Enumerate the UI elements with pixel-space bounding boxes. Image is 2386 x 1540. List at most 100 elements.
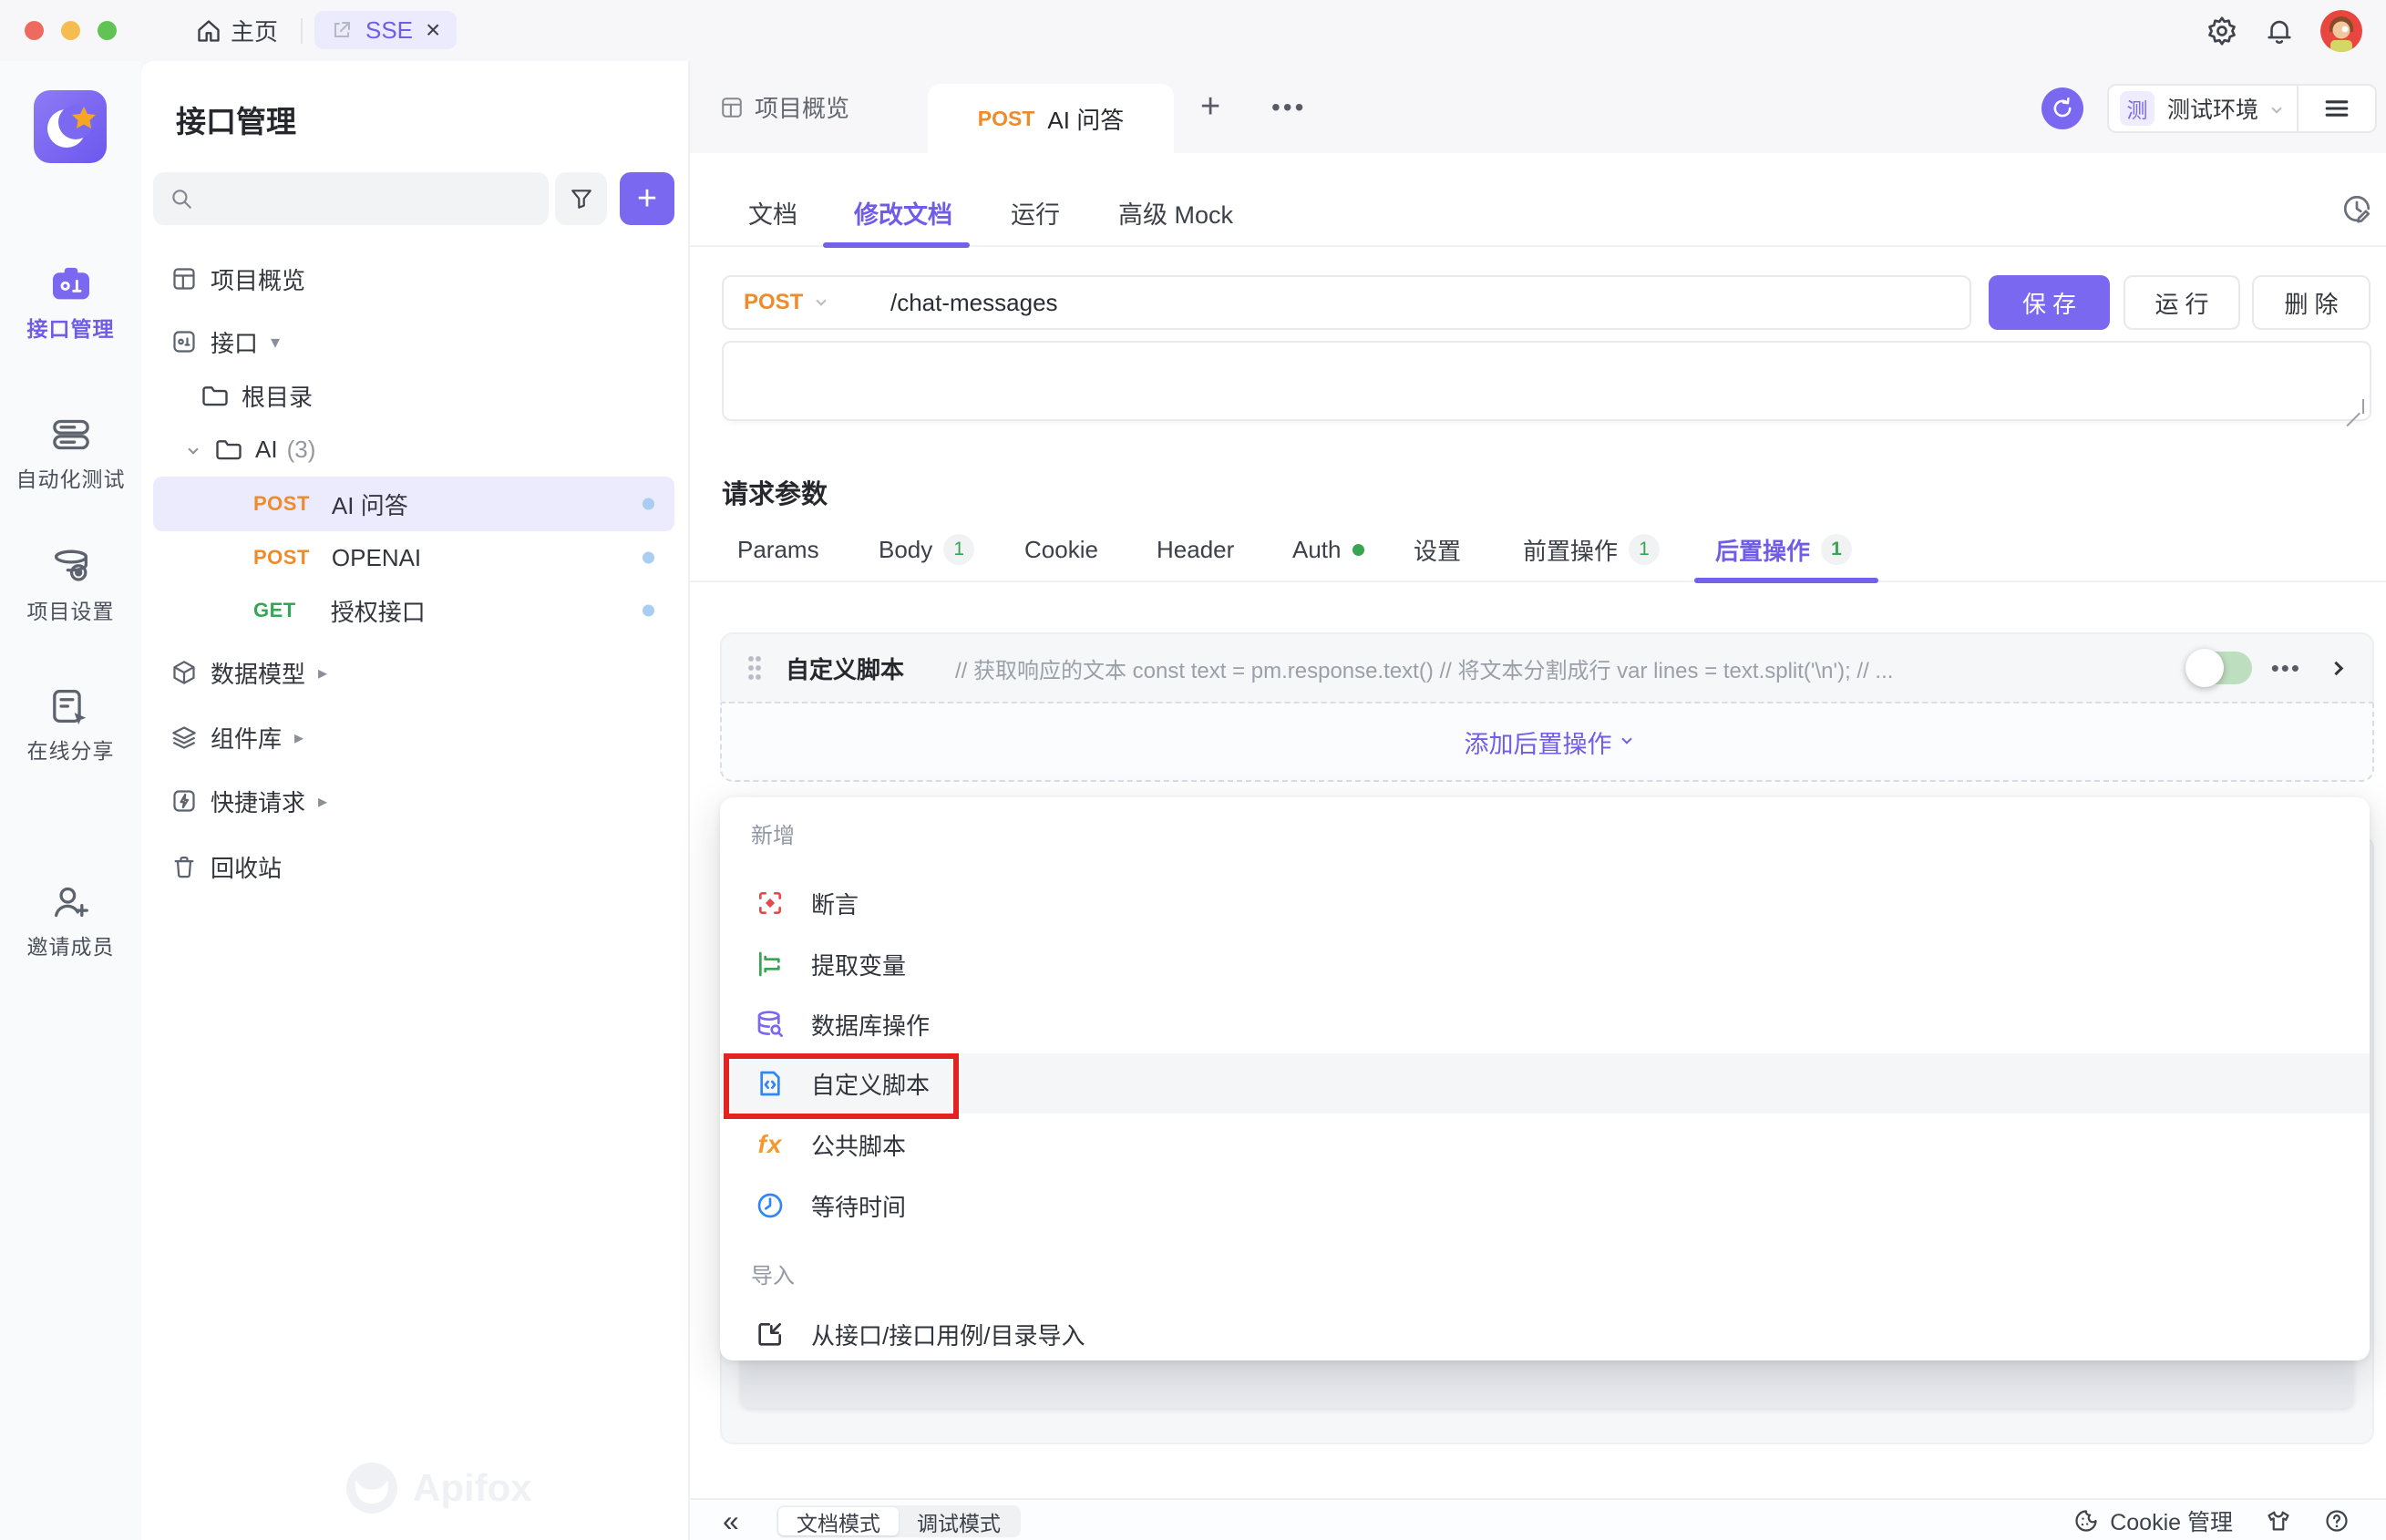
rail-item-auto-testing[interactable]: 自动化测试	[0, 416, 141, 493]
subtab-edit-doc[interactable]: 修改文档	[854, 187, 952, 238]
add-post-action-button[interactable]: 添加后置操作	[720, 703, 2374, 782]
description-textarea[interactable]	[722, 341, 2371, 421]
tree-item-label: OPENAI	[332, 544, 421, 572]
project-tab-sse[interactable]: SSE ×	[314, 11, 457, 49]
user-avatar[interactable]	[2320, 10, 2362, 52]
import-icon	[755, 1319, 786, 1349]
search-box[interactable]	[153, 172, 549, 225]
invite-members-icon	[0, 884, 141, 920]
row-more-button[interactable]: •••	[2271, 654, 2301, 683]
project-settings-icon	[0, 549, 141, 585]
ptab-header[interactable]: Header	[1157, 524, 1234, 575]
debug-mode-option[interactable]: 调试模式	[899, 1507, 1019, 1535]
ptab-label: Cookie	[1024, 536, 1098, 564]
menu-item-assertion[interactable]: 断言	[720, 873, 2370, 933]
collapse-sidebar-button[interactable]: «	[723, 1500, 739, 1540]
sidebar-section-api[interactable]: 接口 ▾	[153, 315, 674, 368]
menu-item-label: 数据库操作	[811, 1008, 930, 1042]
plus-icon: +	[1200, 87, 1220, 127]
cookie-manager-label: Cookie 管理	[2110, 1504, 2233, 1537]
tree-folder-root[interactable]: 根目录	[153, 369, 674, 422]
menu-item-label: 断言	[811, 887, 859, 920]
maximize-window-button[interactable]	[98, 21, 117, 40]
filter-button[interactable]	[555, 172, 607, 225]
subtab-run[interactable]: 运行	[1011, 187, 1060, 238]
tree-folder-ai[interactable]: AI (3)	[153, 423, 674, 476]
enable-toggle[interactable]	[2188, 652, 2252, 684]
folder-icon	[213, 437, 244, 461]
menu-item-label: 提取变量	[811, 948, 906, 981]
tab-ai-qa-active[interactable]: POST AI 问答	[928, 84, 1174, 153]
sidebar-item-project-overview[interactable]: 项目概览	[153, 252, 674, 305]
close-tab-icon[interactable]: ×	[426, 17, 440, 43]
expand-row-chevron-icon[interactable]	[2329, 661, 2344, 675]
drag-handle-icon[interactable]	[747, 654, 762, 682]
save-button[interactable]: 保存	[1989, 275, 2110, 330]
subtab-advanced-mock[interactable]: 高级 Mock	[1118, 187, 1233, 238]
close-window-button[interactable]	[25, 21, 44, 40]
sidebar-item-trash[interactable]: 回收站	[153, 840, 674, 893]
menu-section-new: 新增	[751, 817, 795, 849]
tab-method-label: POST	[978, 107, 1035, 131]
sidebar-item-quick-request[interactable]: 快捷请求 ▸	[153, 775, 674, 827]
delete-button[interactable]: 删除	[2252, 275, 2371, 330]
tab-overflow-button[interactable]: •••	[1271, 61, 1306, 153]
active-subtab-underline	[823, 242, 970, 248]
tree-item-auth-api[interactable]: GET 授权接口	[153, 584, 674, 637]
home-tab[interactable]: 主页	[196, 0, 278, 61]
resize-handle[interactable]	[2350, 399, 2364, 414]
history-button[interactable]	[2341, 193, 2372, 224]
env-badge: 测	[2120, 91, 2155, 126]
sync-button[interactable]	[2041, 87, 2083, 129]
cookie-manager-button[interactable]: Cookie 管理	[2073, 1504, 2233, 1537]
menu-item-extract-variable[interactable]: 提取变量	[720, 934, 2370, 994]
rail-item-project-settings[interactable]: 项目设置	[0, 549, 141, 625]
environment-selector[interactable]: 测试环境	[2167, 92, 2258, 125]
menu-item-label: 公共脚本	[811, 1128, 906, 1162]
url-input[interactable]	[870, 277, 1969, 328]
ptab-post-actions[interactable]: 后置操作1	[1715, 524, 1852, 575]
sidebar-item-data-models[interactable]: 数据模型 ▸	[153, 646, 674, 699]
theme-tshirt-button[interactable]	[2266, 1508, 2291, 1534]
run-button[interactable]: 运行	[2124, 275, 2240, 330]
tab-project-overview[interactable]: 项目概览	[720, 61, 849, 153]
menu-item-database-operation[interactable]: 数据库操作	[720, 994, 2370, 1054]
menu-item-wait-time[interactable]: 等待时间	[720, 1176, 2370, 1236]
notifications-bell-icon[interactable]	[2264, 15, 2295, 46]
menu-item-public-script[interactable]: fx 公共脚本	[720, 1114, 2370, 1175]
menu-item-custom-script[interactable]: 自定义脚本	[720, 1053, 2370, 1114]
ptab-pre-actions[interactable]: 前置操作1	[1523, 524, 1660, 575]
search-input[interactable]	[204, 186, 514, 212]
minimize-window-button[interactable]	[61, 21, 80, 40]
add-api-button[interactable]: +	[620, 172, 674, 225]
apifox-logo[interactable]	[34, 90, 107, 163]
count-badge: 1	[1629, 534, 1660, 565]
ptab-settings[interactable]: 设置	[1414, 524, 1461, 575]
tree-item-openai[interactable]: POST OPENAI	[153, 531, 674, 584]
environment-menu-button[interactable]	[2299, 98, 2375, 119]
subtab-doc[interactable]: 文档	[748, 187, 797, 238]
apifox-watermark-logo	[344, 1460, 400, 1516]
sync-icon	[2050, 96, 2075, 121]
settings-gear-icon[interactable]	[2206, 15, 2238, 47]
rail-item-api-management[interactable]: 接口管理	[0, 266, 141, 343]
menu-item-import-from-api[interactable]: 从接口/接口用例/目录导入	[720, 1304, 2370, 1364]
overview-grid-icon	[169, 266, 200, 292]
new-tab-button[interactable]: +	[1200, 61, 1220, 153]
tree-item-ai-qa[interactable]: POST AI 问答	[153, 477, 674, 530]
ptab-auth[interactable]: Auth	[1292, 524, 1364, 575]
ptab-body[interactable]: Body1	[879, 524, 974, 575]
annotation-red-box	[724, 1053, 959, 1119]
post-action-custom-script-row[interactable]: 自定义脚本 // 获取响应的文本 const text = pm.respons…	[720, 632, 2374, 703]
help-button[interactable]	[2324, 1508, 2350, 1534]
sidebar-item-components[interactable]: 组件库 ▸	[153, 711, 674, 764]
ptab-cookie[interactable]: Cookie	[1024, 524, 1098, 575]
method-label: POST	[253, 546, 310, 570]
ptab-divider	[690, 580, 2386, 582]
environment-group: 测 测试环境	[2107, 84, 2377, 133]
ptab-params[interactable]: Params	[737, 524, 819, 575]
rail-item-invite-members[interactable]: 邀请成员	[0, 884, 141, 960]
method-select[interactable]: POST	[724, 277, 870, 328]
doc-mode-option[interactable]: 文档模式	[778, 1507, 899, 1535]
rail-item-online-share[interactable]: 在线分享	[0, 688, 141, 765]
